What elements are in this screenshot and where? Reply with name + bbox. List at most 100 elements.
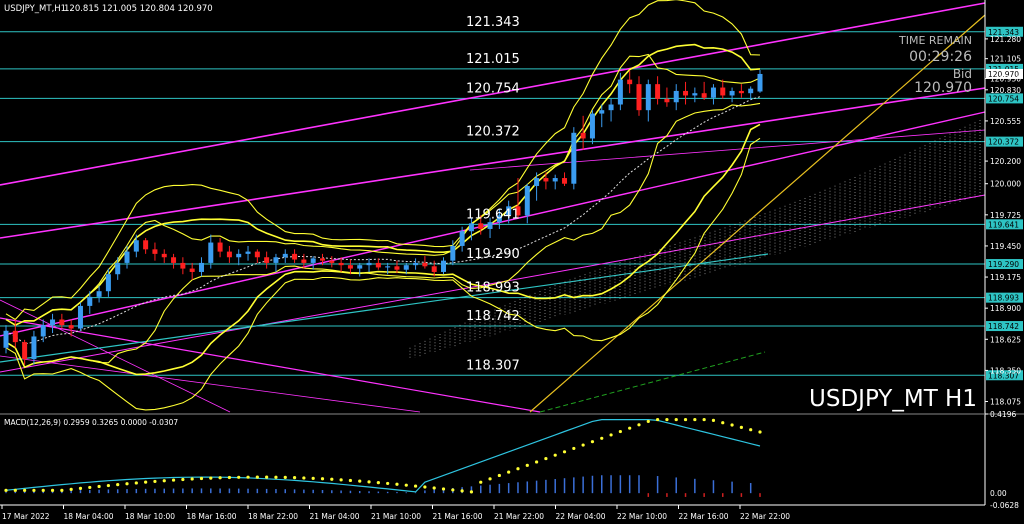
time-remain-label: TIME REMAIN [898,34,972,47]
price-tick-label: 120.930 [990,74,1021,83]
macd-signal-dot [600,436,604,440]
price-tick-label: 121.105 [990,55,1021,64]
macd-signal-dot [69,487,73,491]
candle-bear [171,257,177,263]
time-tick-label: 17 Mar 2022 [2,512,50,521]
macd-signal-dot [4,488,8,492]
candle-bull [403,265,409,270]
candle-bull [208,242,214,263]
candle-bull [236,253,242,258]
candle-bull [645,84,651,111]
candle-bear [636,84,642,111]
macd-label: MACD(12,26,9) 0.2959 0.3265 0.0000 -0.03… [4,418,178,427]
price-tick-label: 118.625 [990,335,1021,344]
macd-signal-dot [311,476,315,480]
macd-signal-dot [199,476,204,481]
macd-signal-dot [209,476,213,480]
candle-bull [50,319,56,326]
price-tick-label: 119.450 [990,242,1021,251]
candle-bull [617,79,623,105]
level-axis-label: 119.641 [988,220,1019,229]
candle-bear [655,84,661,99]
macd-signal-dot [730,423,734,427]
macd-signal-dot [534,460,539,464]
level-label: 118.993 [466,281,520,296]
level-label: 120.754 [466,81,520,96]
macd-signal-dot [739,425,743,429]
price-tick-label: 120.200 [990,157,1021,166]
candle-bear [738,90,744,94]
macd-signal-dot [246,475,250,479]
candle-bull [441,260,447,272]
level-axis-label: 119.290 [988,260,1019,269]
candle-bull [40,325,46,337]
macd-signal-dot [358,479,362,483]
candle-bear [217,242,223,252]
macd-signal-dot [367,480,371,484]
macd-signal-dot [41,488,45,492]
time-tick-label: 21 Mar 22:00 [494,512,544,521]
macd-signal-dot [451,488,455,492]
macd-signal-dot [292,476,297,480]
macd-signal-dot [348,478,353,483]
candle-bear [562,178,568,184]
candle-bear [264,257,270,263]
candle-bull [105,274,111,292]
macd-signal-dot [665,417,669,422]
macd-signal-dot [320,477,325,481]
candle-bull [599,110,605,114]
candle-bear [478,223,484,229]
symbol-info: USDJPY_MT,H1 [4,4,66,14]
candle-bull [589,113,595,139]
candle-bull [198,262,204,272]
macd-signal-dot [60,488,64,492]
level-label: 118.742 [466,309,520,324]
macd-signal-dot [274,475,278,479]
macd-signal-dot [106,483,110,488]
macd-signal-dot [656,417,660,422]
macd-signal-dot [693,417,697,422]
candle-bear [292,253,298,260]
macd-signal-dot [13,488,17,492]
macd-signal-dot [721,421,725,425]
candle-bull [3,330,9,348]
macd-signal-dot [413,484,418,488]
level-label: 119.641 [466,207,520,222]
candle-bull [468,223,474,232]
macd-signal-dot [572,446,576,451]
candle-bear [422,262,428,267]
macd-signal-dot [628,426,632,430]
candle-bull [571,132,577,184]
candle-bull [748,88,754,94]
price-tick-label: 121.280 [990,35,1021,44]
macd-signal-dot [302,476,306,480]
candle-bear [701,93,707,98]
macd-signal-dot [432,486,436,490]
time-remain-value: 00:29:26 [909,49,972,65]
macd-signal-dot [153,479,157,484]
macd-signal-dot [441,487,446,491]
macd-tick-label: 0.00 [990,489,1007,498]
macd-signal-dot [618,429,622,434]
candle-bull [366,262,372,266]
macd-signal-dot [590,440,595,444]
candle-bull [710,87,716,98]
candle-bear [161,253,167,258]
macd-signal-dot [581,443,585,447]
price-tick-label: 119.725 [990,211,1021,220]
price-chart[interactable]: 121.343121.343121.015121.015120.754120.7… [0,0,1024,524]
level-axis-label: 118.742 [988,322,1019,331]
macd-signal-dot [544,456,548,461]
candle-bull [245,251,251,254]
macd-signal-dot [758,430,762,434]
macd-signal-dot [218,476,222,480]
candle-bear [329,260,335,263]
macd-signal-dot [507,470,511,474]
time-tick-label: 18 Mar 04:00 [64,512,114,521]
macd-signal-dot [227,475,232,480]
candle-bull [552,178,558,182]
candle-bull [524,185,530,216]
macd-signal-dot [553,453,557,457]
macd-signal-dot [702,417,706,422]
macd-signal-dot [516,467,520,471]
